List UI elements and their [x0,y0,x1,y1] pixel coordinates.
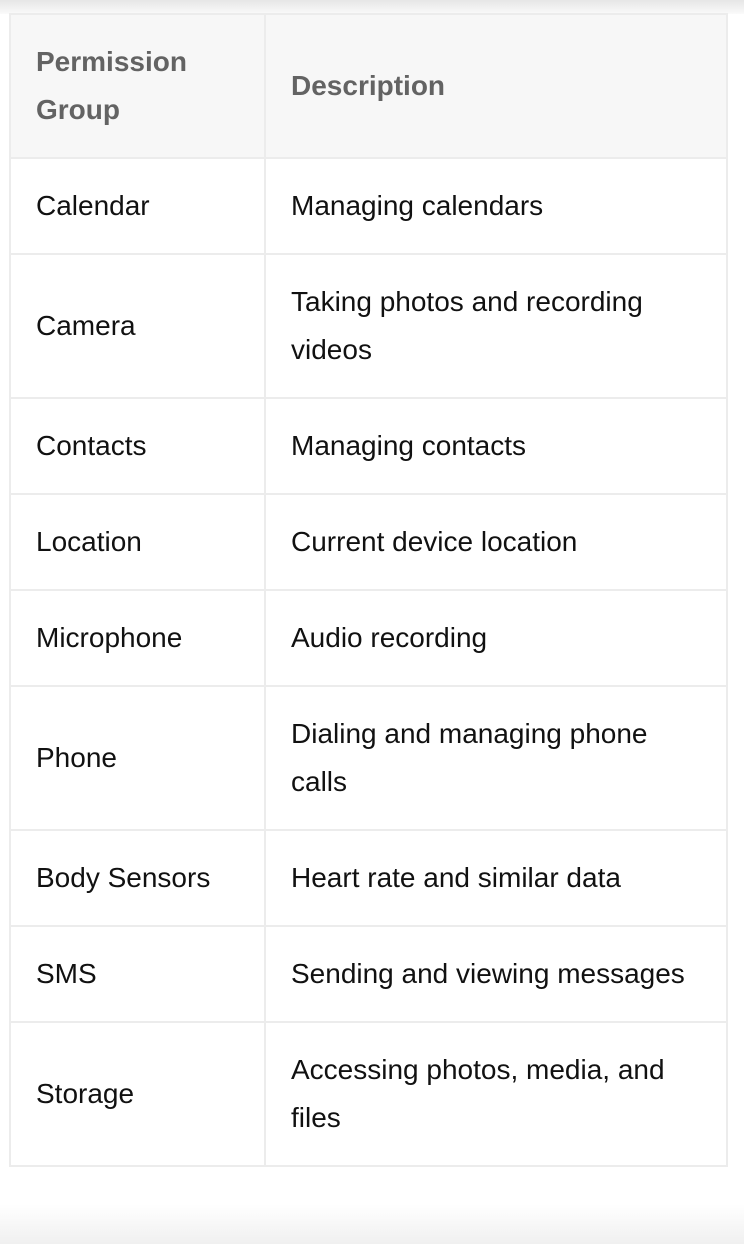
table-row: Contacts Managing contacts [9,397,728,495]
table-body: Calendar Managing calendars Camera Taking p… [9,157,728,1167]
top-shadow [0,0,744,14]
table-row: SMS Sending and viewing messages [9,925,728,1023]
table-row: Calendar Managing calendars [9,157,728,255]
cell-description: Current device location [264,493,728,591]
permissions-table: Permission Group Description Calendar Man… [9,13,728,1167]
cell-permission-group: Calendar [9,157,266,255]
table-header-row: Permission Group Description [9,13,728,159]
cell-description: Taking photos and recording videos [264,253,728,399]
table-row: Microphone Audio recording [9,589,728,687]
cell-description: Sending and viewing messages [264,925,728,1023]
cell-description: Managing calendars [264,157,728,255]
cell-permission-group: Location [9,493,266,591]
table-row: Camera Taking photos and recording videos [9,253,728,399]
cell-permission-group: Phone [9,685,266,831]
table-row: Phone Dialing and managing phone calls [9,685,728,831]
cell-description: Dialing and managing phone calls [264,685,728,831]
cell-permission-group: Body Sensors [9,829,266,927]
cell-permission-group: Storage [9,1021,266,1167]
cell-permission-group: Microphone [9,589,266,687]
cell-description: Audio recording [264,589,728,687]
cell-permission-group: Camera [9,253,266,399]
table-row: Body Sensors Heart rate and similar data [9,829,728,927]
cell-permission-group: SMS [9,925,266,1023]
table-row: Storage Accessing photos, media, and file… [9,1021,728,1167]
cell-permission-group: Contacts [9,397,266,495]
cell-description: Heart rate and similar data [264,829,728,927]
table-row: Location Current device location [9,493,728,591]
cell-description: Accessing photos, media, and files [264,1021,728,1167]
bottom-shadow [0,1204,744,1244]
header-description: Description [264,13,728,159]
header-permission-group: Permission Group [9,13,266,159]
cell-description: Managing contacts [264,397,728,495]
